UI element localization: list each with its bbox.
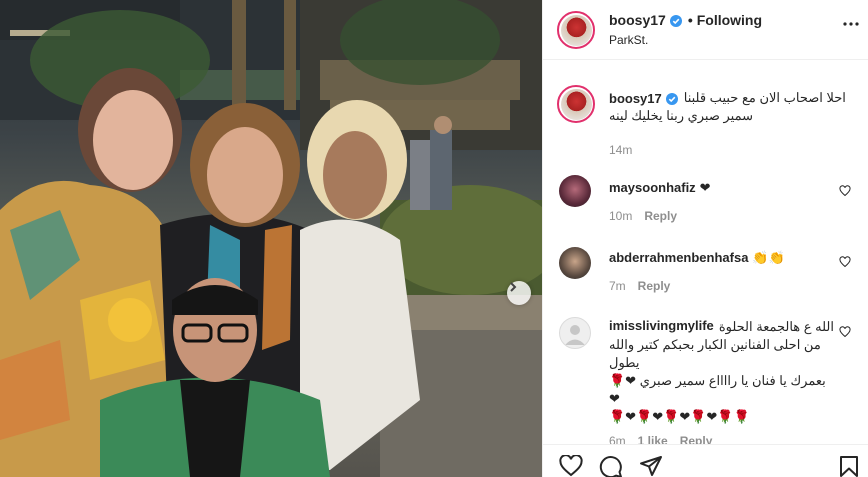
comment-time[interactable]: 6m <box>609 434 626 444</box>
post-actions-bar <box>543 444 868 477</box>
caption: boosy17 احلا اصحاب الان مع حبيب قلبنا سم… <box>609 89 859 157</box>
caption-meta: 14m <box>609 143 859 157</box>
caption-username[interactable]: boosy17 <box>609 91 662 106</box>
comment-3: imisslivingmylife الله ع هالجمعة الحلوة … <box>609 318 834 444</box>
reply-button[interactable]: Reply <box>638 279 671 293</box>
commenter-avatar[interactable] <box>559 317 591 349</box>
verified-badge-icon <box>669 14 682 27</box>
post-photo <box>0 0 542 477</box>
comment-text-line4: 🌹❤🌹❤🌹❤🌹❤🌹🌹 <box>609 409 750 424</box>
like-comment-heart-icon[interactable] <box>839 185 851 197</box>
comment-meta: 10m Reply <box>609 209 829 223</box>
post-header: boosy17 • Following ParkSt. <box>543 0 868 60</box>
comments-section: boosy17 احلا اصحاب الان مع حبيب قلبنا سم… <box>543 61 868 444</box>
caption-avatar[interactable] <box>557 85 595 123</box>
comment-meta: 7m Reply <box>609 279 829 293</box>
author-username[interactable]: boosy17 <box>609 12 666 28</box>
like-comment-heart-icon[interactable] <box>839 326 851 338</box>
photo-scene <box>0 0 542 477</box>
comment-likes[interactable]: 1 like <box>638 434 668 444</box>
like-comment-heart-icon[interactable] <box>839 256 851 268</box>
comment-text-line1: الله ع هالجمعة الحلوة <box>718 319 834 334</box>
reply-button[interactable]: Reply <box>644 209 677 223</box>
comment-meta: 6m 1 like Reply <box>609 434 834 444</box>
verified-badge-icon <box>665 92 678 105</box>
caption-text-line1: احلا اصحاب الان مع حبيب قلبنا <box>683 90 846 105</box>
more-options-icon[interactable] <box>843 22 859 26</box>
author-row: boosy17 • Following <box>609 12 762 28</box>
post-location[interactable]: ParkSt. <box>609 33 648 47</box>
comment-bubble-icon[interactable] <box>599 455 623 477</box>
comment-time[interactable]: 7m <box>609 279 626 293</box>
commenter-avatar[interactable] <box>559 175 591 207</box>
comment-username[interactable]: maysoonhafiz <box>609 180 696 195</box>
comment-text: ❤ <box>699 180 711 195</box>
post-details-panel: boosy17 • Following ParkSt. boosy17 احلا… <box>542 0 868 477</box>
commenter-avatar[interactable] <box>559 247 591 279</box>
comment-2: abderrahmenbenhafsa 👏👏 7m Reply <box>609 249 829 293</box>
comment-username[interactable]: abderrahmenbenhafsa <box>609 250 748 265</box>
reply-button[interactable]: Reply <box>680 434 713 444</box>
comment-username[interactable]: imisslivingmylife <box>609 318 714 336</box>
chevron-right-icon <box>510 282 517 292</box>
separator-dot: • <box>687 12 693 28</box>
comment-time[interactable]: 10m <box>609 209 632 223</box>
comment-text-line3: بعمرك يا فنان يا رااااع سمير صبري ❤🌹❤ <box>609 373 826 406</box>
comment-1: maysoonhafiz ❤ 10m Reply <box>609 179 829 223</box>
next-photo-button[interactable] <box>507 281 531 305</box>
caption-time[interactable]: 14m <box>609 143 632 157</box>
comment-text: 👏👏 <box>752 250 785 265</box>
like-heart-icon[interactable] <box>559 455 583 477</box>
share-paper-plane-icon[interactable] <box>639 455 663 477</box>
default-avatar-icon <box>565 325 585 345</box>
caption-text-line2: سمير صبري ربنا يخليك لينه <box>609 108 754 123</box>
author-avatar[interactable] <box>557 11 595 49</box>
following-button[interactable]: Following <box>697 12 762 28</box>
save-bookmark-icon[interactable] <box>839 455 859 477</box>
comment-text-line2: من احلى الفنانين الكبار بحبكم كتير والله… <box>609 337 821 370</box>
